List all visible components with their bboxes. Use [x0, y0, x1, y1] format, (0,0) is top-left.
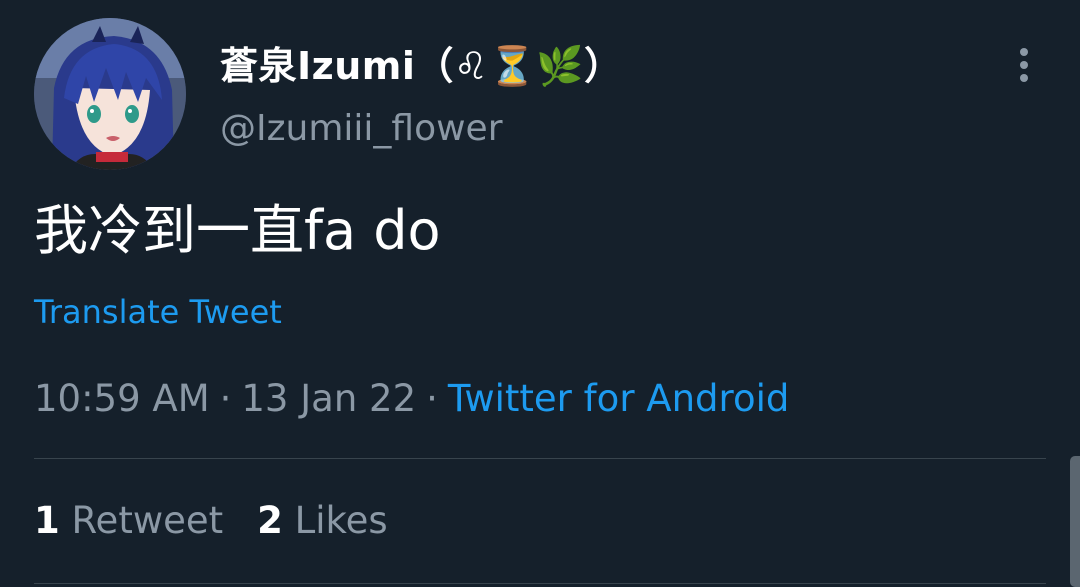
- likes-count: 2: [257, 499, 283, 542]
- avatar[interactable]: [34, 18, 186, 170]
- display-name[interactable]: 蒼泉Izumi（♌⏳🌿）: [220, 40, 623, 92]
- retweets-stat[interactable]: 1 Retweet: [34, 499, 223, 542]
- tweet-metadata: 10:59 AM · 13 Jan 22 · Twitter for Android: [34, 374, 789, 424]
- likes-stat[interactable]: 2 Likes: [257, 499, 388, 542]
- divider: [34, 458, 1046, 459]
- scrollbar[interactable]: [1070, 456, 1080, 587]
- tweet-stats: 1 Retweet 2 Likes: [34, 496, 388, 546]
- anime-avatar-image: [34, 18, 186, 170]
- meta-separator: ·: [426, 377, 438, 420]
- retweet-count: 1: [34, 499, 60, 542]
- user-handle[interactable]: @Izumiii_flower: [220, 106, 503, 152]
- tweet-date[interactable]: 13 Jan 22: [241, 377, 416, 420]
- divider: [34, 583, 1046, 584]
- tweet-time[interactable]: 10:59 AM: [34, 377, 210, 420]
- more-vertical-icon[interactable]: [1008, 44, 1040, 88]
- retweet-label: Retweet: [71, 499, 224, 542]
- tweet-detail: 蒼泉Izumi（♌⏳🌿） @Izumiii_flower 我冷到一直fa do …: [0, 0, 1080, 587]
- likes-label: Likes: [294, 499, 388, 542]
- tweet-source-link[interactable]: Twitter for Android: [448, 377, 789, 420]
- meta-separator: ·: [219, 377, 232, 420]
- translate-tweet-link[interactable]: Translate Tweet: [34, 290, 282, 334]
- tweet-text: 我冷到一直fa do: [34, 199, 441, 262]
